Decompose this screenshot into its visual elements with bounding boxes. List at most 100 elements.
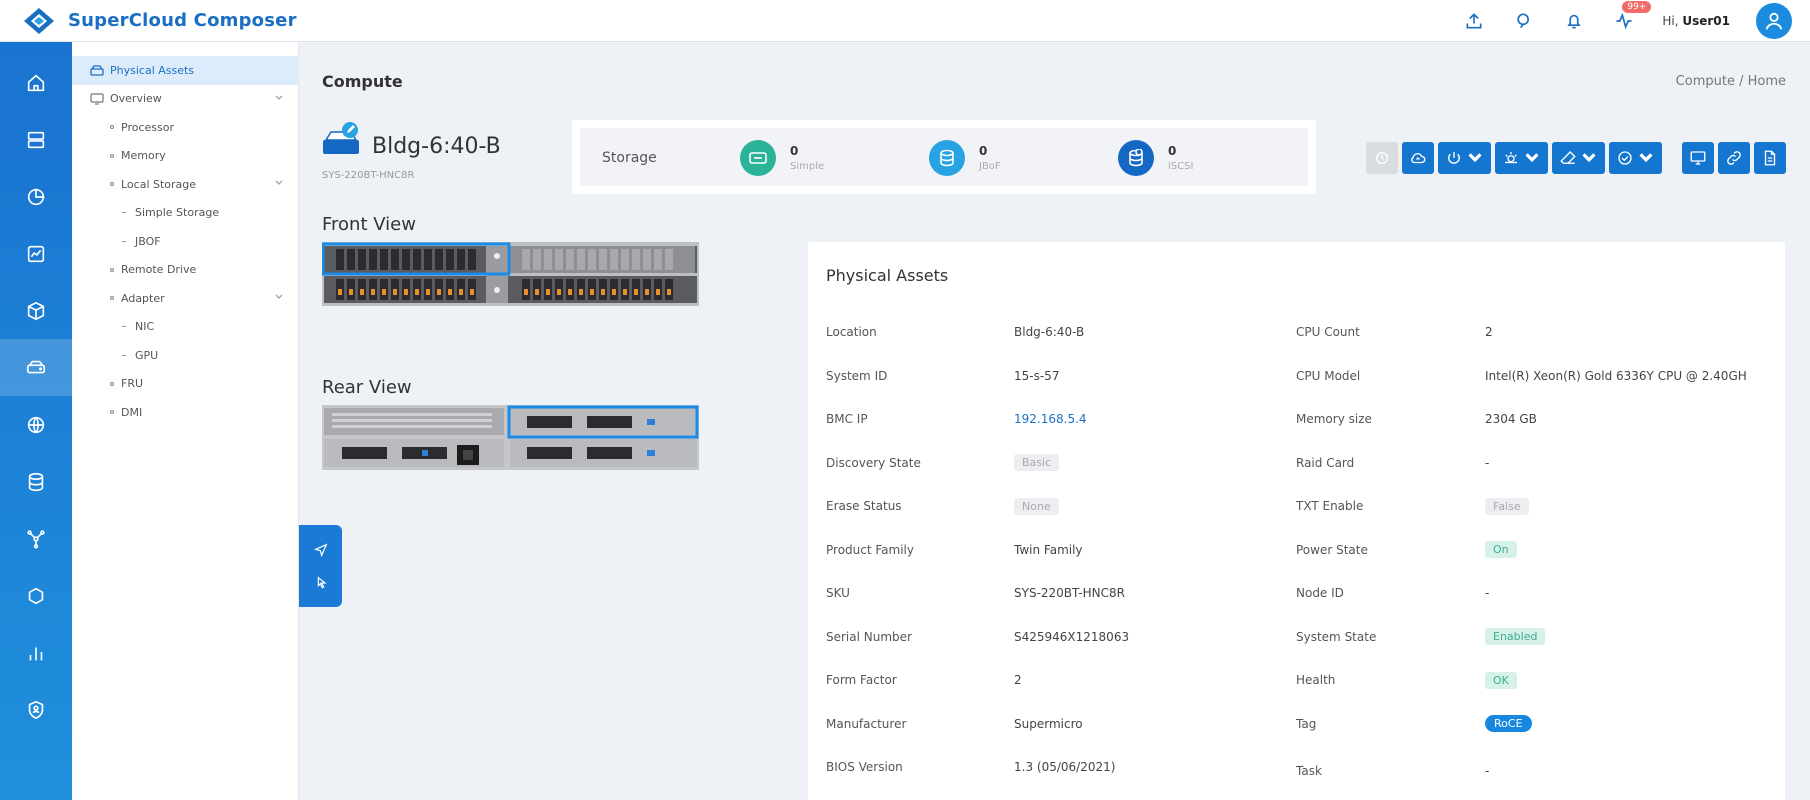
rear-view-server-image[interactable] [322,405,699,470]
detail-value: - [1485,455,1490,470]
detail-value: S425946X1218063 [1014,629,1130,644]
storage-jbof[interactable]: 0 JBoF [929,140,1001,176]
activity-chart-icon[interactable] [0,225,72,282]
pie-chart-icon[interactable] [0,168,72,225]
detail-row-discovery-state: Discovery State Basic [826,453,1226,473]
hdd-icon [90,65,104,76]
detail-row-health: Health OK [1296,670,1776,690]
action-toolbar [1362,142,1786,174]
bullet-icon [110,182,114,187]
tree-item-gpu[interactable]: GPU [72,341,298,370]
tree-item-processor[interactable]: Processor [72,113,298,142]
tree-item-physical-assets[interactable]: Physical Assets [72,56,298,85]
database-icon[interactable] [0,453,72,510]
tree-item-adapter[interactable]: Adapter [72,284,298,313]
storage-simple[interactable]: 0 Simple [740,140,824,176]
bmc-ip-link[interactable]: 192.168.5.4 [1014,412,1087,426]
detail-row-tag: Tag RoCE [1296,714,1776,734]
chevron-down-icon [1582,153,1596,163]
detail-row-power-state: Power State On [1296,540,1776,560]
storage-iscsi[interactable]: 0 iSCSI [1118,140,1193,176]
servers-icon[interactable] [0,111,72,168]
tree-item-nic[interactable]: NIC [72,313,298,342]
tree-item-remote-drive[interactable]: Remote Drive [72,256,298,285]
main-content: Compute Compute / Home Bldg-6:40-B SYS-2… [299,42,1810,800]
floating-quick-actions [299,525,342,607]
detail-row-cpu-count: CPU Count 2 [1296,322,1776,342]
txt-enable-chip: False [1485,497,1529,515]
detail-label: System ID [826,368,888,383]
page-title: Compute [322,72,403,91]
user-greeting[interactable]: Hi, User01 [1662,14,1730,28]
panel-title: Physical Assets [826,266,949,285]
home-icon[interactable] [0,54,72,111]
detail-row-system-id: System ID 15-s-57 [826,366,1226,386]
detail-label: Health [1296,673,1336,687]
document-button[interactable] [1754,142,1786,174]
link-button[interactable] [1718,142,1750,174]
detail-label: BMC IP [826,412,868,426]
front-view-server-image[interactable] [322,242,699,306]
health-menu-button[interactable] [1609,142,1662,174]
detail-row-txt-enable: TXT Enable False [1296,496,1776,516]
refresh-button[interactable] [1366,142,1398,174]
tree-item-local-storage[interactable]: Local Storage [72,170,298,199]
detail-label: Erase Status [826,499,902,513]
search-icon[interactable] [1512,9,1536,33]
detail-label: Raid Card [1296,455,1355,470]
storage-count: 0 [1168,144,1177,158]
dash-icon [122,240,126,242]
pointer-icon[interactable] [313,575,329,591]
chevron-down-icon[interactable] [274,292,284,302]
cube-icon[interactable] [0,282,72,339]
security-icon[interactable] [0,681,72,738]
tree-label: Processor [121,120,174,134]
detail-value: 2 [1014,673,1022,687]
brand[interactable]: SuperCloud Composer [20,6,297,36]
bullet-icon [110,125,114,130]
navigate-icon[interactable] [313,542,329,558]
chevron-down-icon[interactable] [274,93,284,103]
bullet-icon [110,153,114,158]
detail-row-task: Task - [1296,761,1776,781]
detail-label: BIOS Version [826,760,903,774]
bar-chart-icon[interactable] [0,624,72,681]
globe-icon[interactable] [0,396,72,453]
detail-value: 2304 GB [1485,412,1537,426]
detail-label: System State [1296,629,1377,644]
erase-menu-button[interactable] [1552,142,1605,174]
tree-item-memory[interactable]: Memory [72,142,298,171]
boot-menu-button[interactable] [1495,142,1548,174]
power-menu-button[interactable] [1438,142,1491,174]
detail-label: Form Factor [826,673,897,687]
physical-assets-icon[interactable] [0,339,72,396]
detail-row-node-id: Node ID - [1296,583,1776,603]
detail-value: SYS-220BT-HNC8R [1014,586,1125,600]
detail-value: - [1485,764,1490,778]
tree-label: FRU [121,377,144,391]
tree-item-fru[interactable]: FRU [72,370,298,399]
network-icon[interactable] [0,510,72,567]
tree-item-jbof[interactable]: JBOF [72,227,298,256]
upload-icon[interactable] [1462,9,1486,33]
hexagon-icon[interactable] [0,567,72,624]
tree-item-overview[interactable]: Overview [72,85,298,114]
storage-count: 0 [790,144,799,158]
bell-icon[interactable] [1562,9,1586,33]
tree-label: DMI [121,405,143,419]
console-button[interactable] [1682,142,1714,174]
tree-label: Adapter [121,291,165,305]
detail-label: Node ID [1296,586,1344,600]
breadcrumb[interactable]: Compute / Home [1676,74,1786,89]
detail-row-location: Location Bldg-6:40-B [826,322,1226,342]
cloud-sync-button[interactable] [1402,142,1434,174]
tree-item-simple-storage[interactable]: Simple Storage [72,199,298,228]
chevron-down-icon[interactable] [274,178,284,188]
server-device-icon [323,122,359,154]
tree-item-dmi[interactable]: DMI [72,398,298,427]
notification-badge: 99+ [1622,1,1652,13]
user-avatar-icon[interactable] [1756,3,1792,39]
activity-icon[interactable]: 99+ [1612,1,1652,33]
tag-chip[interactable]: RoCE [1485,715,1532,732]
detail-label: Power State [1296,542,1368,557]
